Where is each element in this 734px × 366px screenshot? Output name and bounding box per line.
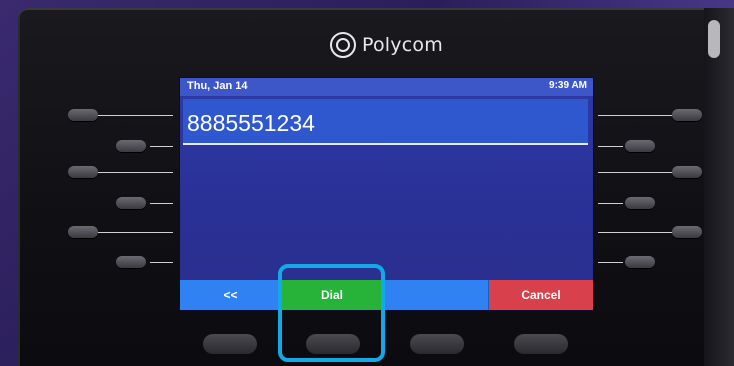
line-key-left-2[interactable]: [116, 140, 146, 152]
line-key-right-4[interactable]: [625, 197, 655, 209]
brand-name: Polycom: [362, 34, 443, 56]
dial-number-field[interactable]: 8885551234: [183, 99, 588, 145]
back-softkey[interactable]: <<: [180, 280, 281, 310]
soft-button-3[interactable]: [410, 334, 464, 354]
line-key-rule: [598, 146, 623, 147]
line-key-rule: [150, 262, 173, 263]
line-key-right-1[interactable]: [672, 109, 702, 121]
line-key-rule: [598, 203, 623, 204]
status-time: 9:39 AM: [549, 80, 587, 91]
status-bar: Thu, Jan 14 9:39 AM: [180, 78, 593, 96]
empty-softkey: [382, 280, 488, 310]
line-key-rule: [598, 172, 673, 173]
line-key-right-2[interactable]: [625, 140, 655, 152]
phone-display: Thu, Jan 14 9:39 AM 8885551234 << Dial C…: [179, 77, 594, 311]
polycom-logo-icon: [330, 32, 356, 58]
line-key-left-6[interactable]: [116, 256, 146, 268]
line-key-right-3[interactable]: [672, 166, 702, 178]
soft-button-1[interactable]: [203, 334, 257, 354]
line-key-rule: [98, 172, 173, 173]
brand-logo: Polycom: [330, 30, 443, 60]
line-key-left-3[interactable]: [68, 166, 98, 178]
line-key-left-1[interactable]: [68, 109, 98, 121]
line-key-rule: [98, 115, 173, 116]
phone-side-edge: [704, 8, 734, 366]
line-key-right-5[interactable]: [672, 226, 702, 238]
line-key-right-6[interactable]: [625, 256, 655, 268]
dial-button-highlight: [278, 264, 385, 362]
line-key-rule: [98, 232, 173, 233]
line-key-left-5[interactable]: [68, 226, 98, 238]
soft-button-4[interactable]: [514, 334, 568, 354]
softkey-bar: << Dial Cancel: [180, 280, 593, 310]
cancel-softkey[interactable]: Cancel: [488, 280, 593, 310]
line-key-rule: [598, 115, 673, 116]
status-date: Thu, Jan 14: [187, 80, 248, 92]
handset-latch: [708, 20, 720, 58]
line-key-rule: [598, 262, 623, 263]
line-key-left-4[interactable]: [116, 197, 146, 209]
line-key-rule: [598, 232, 673, 233]
line-key-rule: [150, 146, 173, 147]
line-key-rule: [150, 203, 173, 204]
